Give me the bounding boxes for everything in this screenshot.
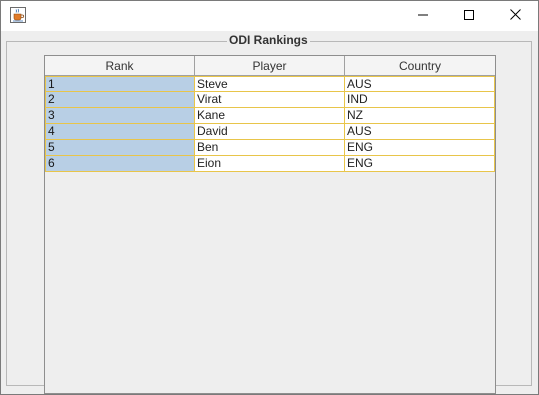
title-bar[interactable] — [1, 1, 538, 31]
column-header-player[interactable]: Player — [195, 56, 345, 75]
country-cell[interactable]: ENG — [345, 140, 495, 156]
rank-cell[interactable]: 3 — [45, 108, 195, 124]
country-cell[interactable]: AUS — [345, 124, 495, 140]
player-cell[interactable]: David — [195, 124, 345, 140]
rank-cell[interactable]: 5 — [45, 140, 195, 156]
player-cell[interactable]: Kane — [195, 108, 345, 124]
rank-cell[interactable]: 6 — [45, 156, 195, 172]
table-row[interactable]: 3 Kane NZ — [45, 108, 495, 124]
player-cell[interactable]: Eion — [195, 156, 345, 172]
table-row[interactable]: 4 David AUS — [45, 124, 495, 140]
border-title: ODI Rankings — [227, 32, 310, 48]
rank-cell[interactable]: 1 — [45, 76, 195, 92]
rank-cell[interactable]: 4 — [45, 124, 195, 140]
table-body: 1 Steve AUS 2 Virat IND 3 Kane NZ 4 Davi… — [45, 76, 495, 393]
rank-cell[interactable]: 2 — [45, 92, 195, 108]
close-icon — [509, 7, 521, 25]
column-header-country[interactable]: Country — [345, 56, 495, 75]
minimize-icon — [418, 7, 428, 25]
player-cell[interactable]: Ben — [195, 140, 345, 156]
minimize-button[interactable] — [400, 1, 446, 31]
java-coffee-cup-icon[interactable] — [10, 7, 26, 23]
player-cell[interactable]: Steve — [195, 76, 345, 92]
table-header: Rank Player Country — [45, 56, 495, 76]
table-row[interactable]: 6 Eion ENG — [45, 156, 495, 172]
table-row[interactable]: 5 Ben ENG — [45, 140, 495, 156]
table-row[interactable]: 2 Virat IND — [45, 92, 495, 108]
close-button[interactable] — [492, 1, 538, 31]
table-scroll-pane[interactable]: Rank Player Country 1 Steve AUS 2 Virat … — [44, 55, 496, 394]
maximize-button[interactable] — [446, 1, 492, 31]
country-cell[interactable]: ENG — [345, 156, 495, 172]
player-cell[interactable]: Virat — [195, 92, 345, 108]
country-cell[interactable]: IND — [345, 92, 495, 108]
column-header-rank[interactable]: Rank — [45, 56, 195, 75]
content-panel: ODI Rankings Rank Player Country 1 Steve… — [1, 31, 538, 394]
country-cell[interactable]: AUS — [345, 76, 495, 92]
table-row[interactable]: 1 Steve AUS — [45, 76, 495, 92]
country-cell[interactable]: NZ — [345, 108, 495, 124]
maximize-icon — [464, 7, 474, 25]
application-window: ODI Rankings Rank Player Country 1 Steve… — [0, 0, 539, 395]
